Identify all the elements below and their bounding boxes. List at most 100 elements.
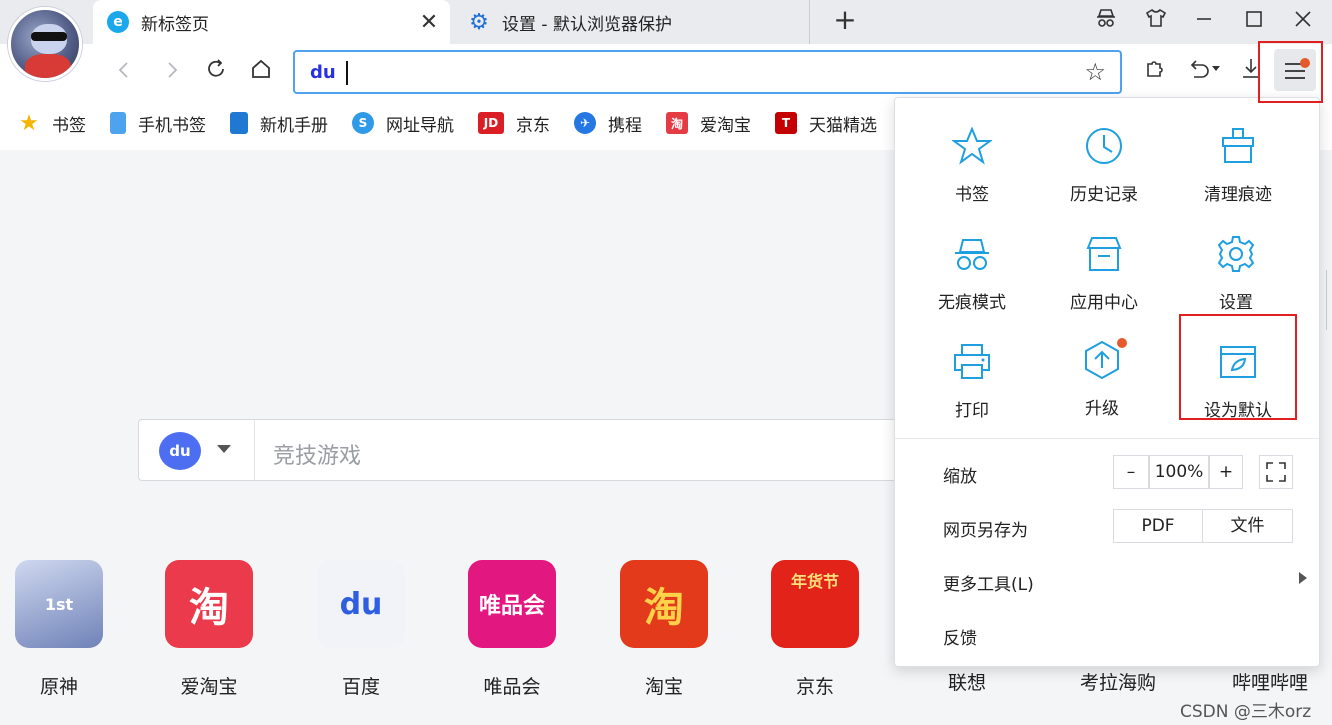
- star-outline-icon: [950, 126, 994, 166]
- close-icon[interactable]: ✕: [414, 10, 444, 35]
- tab-title: 新标签页: [141, 14, 209, 35]
- bookmark-item[interactable]: 新机手册: [230, 111, 328, 136]
- bookmark-item[interactable]: 手机书签: [110, 111, 206, 136]
- avatar-shirt: [25, 54, 71, 78]
- menu-item-upgrade[interactable]: 升级: [1037, 338, 1167, 419]
- app-shortcut[interactable]: 淘 爱淘宝: [144, 560, 274, 699]
- forward-icon[interactable]: [156, 56, 188, 88]
- aitaobao-icon: 淘: [666, 112, 688, 134]
- close-window-icon[interactable]: [1287, 6, 1319, 38]
- menu-item-label: 清理痕迹: [1204, 185, 1272, 205]
- user-avatar[interactable]: [8, 7, 82, 81]
- avatar-glasses: [31, 32, 67, 41]
- ctrip-icon: ✈: [574, 112, 596, 134]
- tab-new-tab[interactable]: e 新标签页 ✕: [93, 0, 450, 44]
- menu-item-label: 升级: [1085, 399, 1119, 419]
- jd-icon: 年货节: [771, 560, 859, 648]
- save-as-label: 网页另存为: [943, 521, 1028, 541]
- baidu-paw-icon: du: [159, 432, 201, 470]
- app-shortcut[interactable]: du 百度: [296, 560, 426, 699]
- bookmark-star-icon[interactable]: ☆: [1084, 58, 1106, 86]
- tab-title: 设置 - 默认浏览器保护: [502, 14, 672, 35]
- ie-e-icon: e: [107, 11, 129, 33]
- baidu-paw-icon[interactable]: du: [310, 62, 336, 84]
- menu-item-incognito[interactable]: 无痕模式: [907, 234, 1037, 313]
- gear-icon: ⚙: [469, 9, 489, 35]
- bookmark-item[interactable]: ✈ 携程: [574, 111, 642, 136]
- tab-settings[interactable]: ⚙ 设置 - 默认浏览器保护: [454, 0, 810, 44]
- bookmark-label: 网址导航: [386, 115, 454, 136]
- incognito-icon[interactable]: [1090, 6, 1122, 38]
- extensions-icon[interactable]: [1138, 56, 1172, 90]
- search-input[interactable]: 竞技游戏: [273, 438, 361, 470]
- jd-icon: JD: [478, 112, 504, 134]
- menu-divider: [895, 438, 1319, 439]
- chevron-down-icon: [217, 445, 231, 453]
- bookmark-label: 爱淘宝: [700, 115, 751, 136]
- search-box[interactable]: du 竞技游戏: [138, 419, 928, 481]
- fullscreen-icon[interactable]: [1259, 455, 1293, 489]
- new-tab-button[interactable]: +: [828, 4, 862, 38]
- update-badge: [1117, 338, 1127, 348]
- menu-item-clear-traces[interactable]: 清理痕迹: [1173, 126, 1303, 205]
- bookmark-item[interactable]: ★ 书签: [18, 111, 86, 136]
- bookmark-item[interactable]: 淘 爱淘宝: [666, 111, 751, 136]
- home-icon[interactable]: [245, 56, 277, 88]
- zoom-out-button[interactable]: –: [1113, 455, 1149, 489]
- star-icon: ★: [19, 110, 39, 136]
- app-label: 考拉海购: [1079, 672, 1156, 694]
- shirt-icon[interactable]: [1140, 6, 1172, 38]
- bookmark-item[interactable]: S 网址导航: [352, 111, 454, 136]
- vipshop-icon: 唯品会: [468, 560, 556, 648]
- menu-item-print[interactable]: 打印: [907, 342, 1037, 421]
- menu-item-history[interactable]: 历史记录: [1039, 126, 1169, 205]
- printer-icon: [952, 342, 992, 382]
- watermark: CSDN @三木orz: [1180, 702, 1312, 722]
- app-shortcut[interactable]: 唯品会 唯品会: [447, 560, 577, 699]
- bookmark-label: 新机手册: [260, 115, 328, 136]
- clock-icon: [1084, 126, 1124, 166]
- minimize-icon[interactable]: [1188, 6, 1220, 38]
- search-engine-selector[interactable]: du: [139, 420, 255, 480]
- app-shortcut[interactable]: 淘 淘宝: [599, 560, 729, 699]
- menu-item-label: 无痕模式: [938, 293, 1006, 313]
- save-file-button[interactable]: 文件: [1202, 509, 1293, 543]
- app-label: 淘宝: [644, 676, 683, 698]
- store-icon: [1084, 234, 1124, 274]
- app-label: 百度: [341, 676, 380, 698]
- genshin-icon: 1st: [15, 560, 103, 648]
- address-bar[interactable]: du ☆: [293, 50, 1122, 94]
- upgrade-icon: [1082, 340, 1122, 380]
- bookmark-item[interactable]: JD 京东: [478, 111, 550, 136]
- scrollbar[interactable]: [1326, 270, 1332, 330]
- maximize-icon[interactable]: [1238, 6, 1270, 38]
- app-label: 京东: [795, 676, 834, 698]
- bookmark-label: 手机书签: [138, 115, 206, 136]
- app-shortcut[interactable]: 年货节 京东: [750, 560, 880, 699]
- tab-strip: e 新标签页 ✕ ⚙ 设置 - 默认浏览器保护 +: [0, 0, 1332, 44]
- baidu-icon: du: [317, 560, 405, 648]
- bookmark-label: 京东: [516, 115, 550, 136]
- bookmark-label: 天猫精选: [809, 115, 877, 136]
- menu-item-label: 设置: [1219, 293, 1253, 313]
- back-icon[interactable]: [108, 56, 140, 88]
- menu-item-label: 书签: [955, 185, 989, 205]
- zoom-label: 缩放: [943, 467, 977, 487]
- app-shortcut[interactable]: 1st 原神: [0, 560, 124, 699]
- zoom-in-button[interactable]: +: [1209, 455, 1243, 489]
- bookmark-label: 携程: [608, 115, 642, 136]
- app-label: 联想: [947, 672, 986, 694]
- gear-outline-icon: [1216, 234, 1256, 274]
- more-tools-item[interactable]: 更多工具(L): [943, 570, 1034, 595]
- menu-item-app-center[interactable]: 应用中心: [1039, 234, 1169, 313]
- undo-close-icon[interactable]: [1184, 56, 1224, 90]
- menu-item-bookmarks[interactable]: 书签: [907, 126, 1037, 205]
- bookmark-item[interactable]: T 天猫精选: [775, 111, 877, 136]
- highlight-box-menu: [1258, 41, 1323, 103]
- feedback-item[interactable]: 反馈: [943, 624, 977, 649]
- reload-icon[interactable]: [200, 56, 232, 88]
- toolbar: du ☆: [0, 44, 1332, 100]
- menu-item-settings[interactable]: 设置: [1171, 234, 1301, 313]
- save-pdf-button[interactable]: PDF: [1113, 509, 1203, 543]
- app-label: 原神: [39, 676, 78, 698]
